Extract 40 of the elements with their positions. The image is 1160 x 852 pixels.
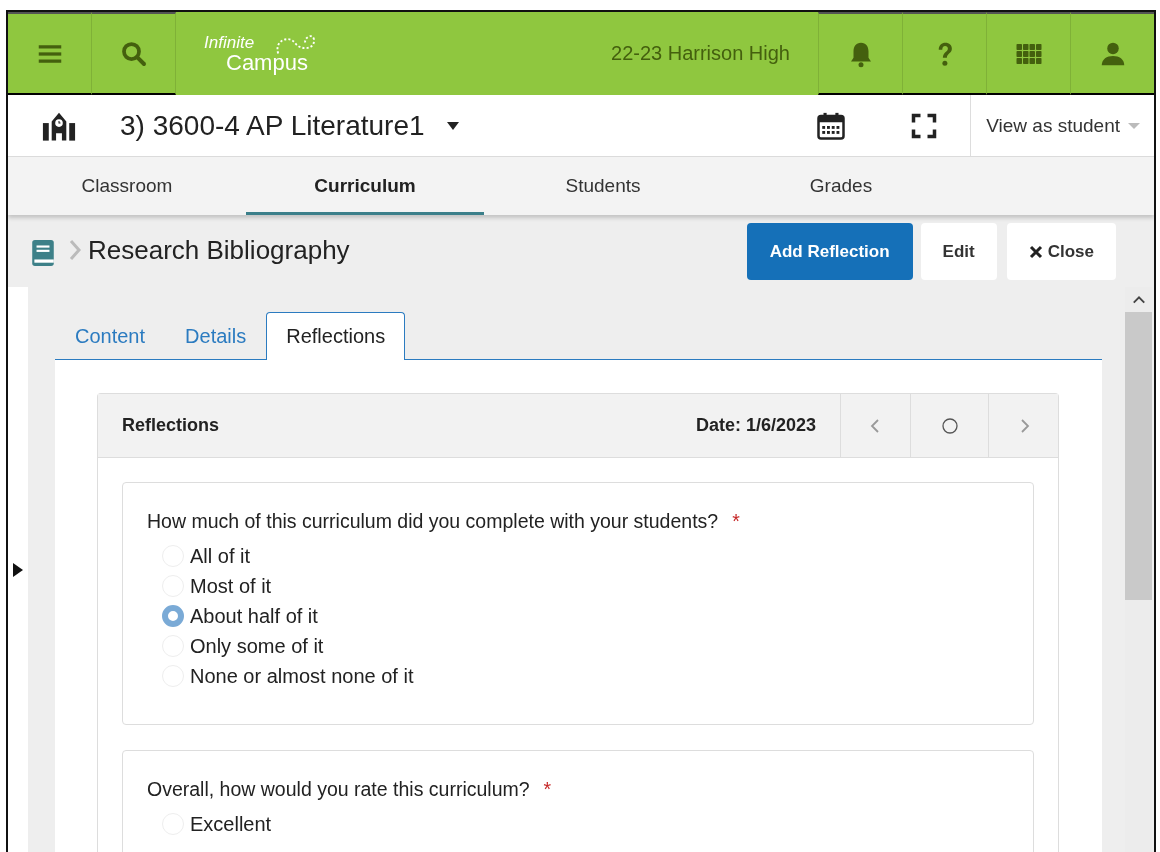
logo-text: Campus [225, 51, 308, 74]
option-label: About half of it [190, 604, 318, 628]
nav-tab[interactable]: Classroom [8, 157, 246, 215]
page-title: Research Bibliography [88, 235, 350, 266]
required-mark: * [732, 510, 740, 532]
date-label: Date: 1/6/2023 [695, 414, 817, 437]
nav-tab[interactable]: Grades [722, 157, 960, 215]
option-label: Most of it [190, 574, 272, 598]
close-button[interactable]: Close [1006, 223, 1116, 280]
card-title: Reflections [121, 414, 221, 437]
expand-arrow-icon[interactable] [13, 562, 23, 577]
content-tab[interactable]: Details [165, 312, 267, 360]
content-tab[interactable]: Reflections [266, 312, 406, 360]
circle-icon [941, 417, 958, 434]
caret-icon [446, 121, 459, 130]
option-label: Excellent [190, 812, 272, 836]
close-icon [1028, 244, 1043, 259]
content-tab[interactable]: Content [55, 312, 166, 360]
option-label: None or almost none of it [190, 664, 414, 688]
option-label: Only some of it [190, 634, 324, 658]
chevron-icon [68, 239, 82, 261]
book-icon [30, 239, 56, 267]
radio-button[interactable] [162, 605, 184, 627]
calendar-icon [816, 110, 847, 141]
logo-text: Infinite [204, 33, 255, 52]
add-reflection-button[interactable]: Add Reflection [746, 223, 913, 280]
school-year-label: 22-23 Harrison High [611, 41, 791, 66]
required-mark: * [543, 778, 552, 800]
course-selector[interactable]: 3) 3600-4 AP Literature1 [120, 109, 459, 142]
question-text: Overall, how would you rate this curriculum? [147, 778, 530, 800]
view-mode-dropdown[interactable]: View as student [970, 95, 1154, 156]
question-text: How much of this curriculum did you complete with your students? [147, 510, 719, 532]
nav-tab[interactable]: Students [484, 157, 722, 215]
fullscreen-icon [910, 111, 939, 140]
scrollbar-thumb[interactable] [1125, 312, 1152, 600]
calendar-button[interactable] [816, 110, 847, 141]
option-label: All of it [190, 544, 251, 568]
fullscreen-button[interactable] [910, 111, 939, 140]
caret-icon [1128, 122, 1140, 129]
edit-button[interactable]: Edit [920, 223, 997, 280]
